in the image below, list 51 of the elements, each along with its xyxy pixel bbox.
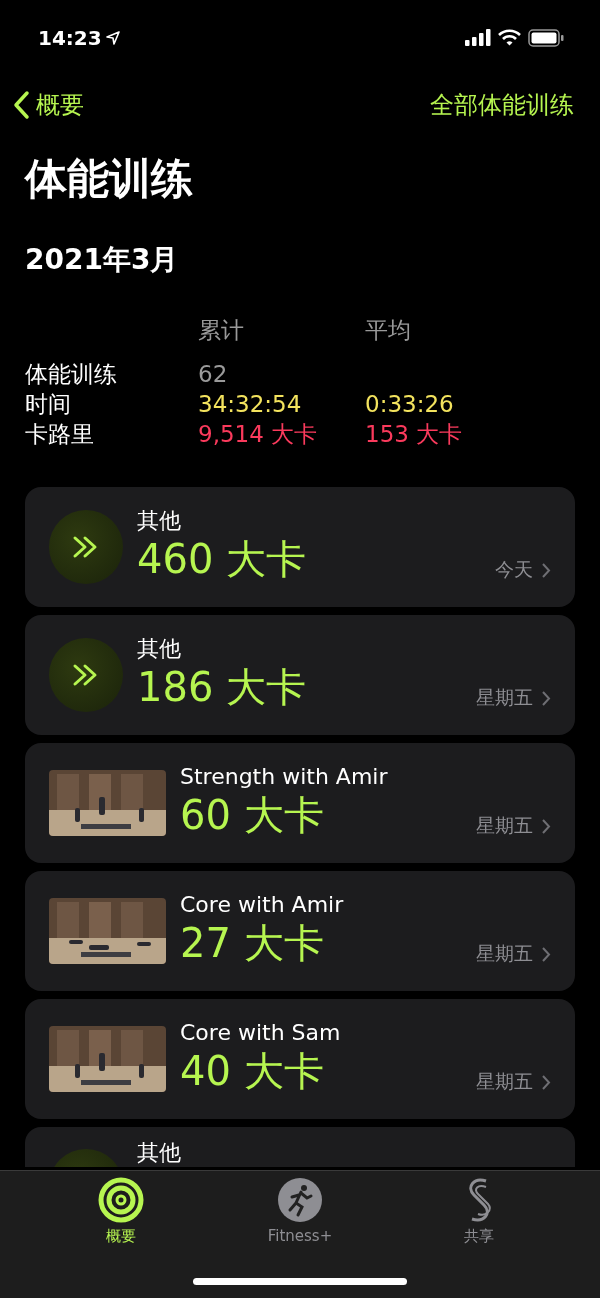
tab[interactable]: 共享 [423, 1171, 534, 1298]
workout-calories: 27 大卡 [180, 919, 325, 967]
chevron-icon [541, 689, 551, 707]
workout-title: 其他 [137, 507, 182, 535]
workout-date[interactable]: 星期五 [476, 685, 551, 711]
workout-calories: 40 大卡 [180, 1047, 325, 1095]
chevron-icon [541, 1073, 551, 1091]
column-heading: 平均 [365, 316, 412, 345]
workout-title: Core with Sam [180, 1019, 341, 1047]
wifi-icon [498, 29, 521, 46]
battery-icon [528, 28, 564, 47]
workout-date[interactable]: 星期五 [476, 941, 551, 967]
stat-value: 153 大卡 [365, 420, 464, 449]
tab[interactable]: 概要 [66, 1171, 177, 1298]
workout-date[interactable]: 星期五 [476, 1069, 551, 1095]
workout-title: Strength with Amir [180, 763, 388, 791]
stat-value: 34:32:54 [198, 390, 303, 419]
page-title: 体能训练 [25, 153, 194, 205]
chevron-icon [541, 561, 551, 579]
status-time: 14:23 [38, 25, 102, 50]
chevron-icon [541, 817, 551, 835]
rings-icon [98, 1177, 145, 1223]
workout-card[interactable]: Strength with Amir 60 大卡 星期五 [25, 743, 575, 863]
stat-value: 0:33:26 [365, 390, 455, 419]
workout-date[interactable]: 星期五 [476, 813, 551, 839]
back-chevron-icon [12, 90, 30, 120]
stat-label: 体能训练 [25, 360, 118, 389]
workout-card[interactable]: 其他 [25, 1127, 575, 1167]
workout-title: 其他 [137, 635, 182, 663]
workout-card[interactable]: Core with Sam 40 大卡 星期五 [25, 999, 575, 1119]
workout-card[interactable]: 其他 460 大卡 今天 [25, 487, 575, 607]
stat-label: 时间 [25, 390, 72, 419]
stat-value: 9,514 大卡 [198, 420, 319, 449]
workout-title: 其他 [137, 1139, 181, 1167]
workout-calories: 460 大卡 [137, 535, 307, 583]
workout-calories: 186 大卡 [137, 663, 307, 711]
workout-date[interactable]: 今天 [495, 557, 551, 583]
all-workouts-link[interactable]: 全部体能训练 [430, 89, 574, 121]
chevron-icon [541, 945, 551, 963]
workout-title: Core with Amir [180, 891, 344, 919]
workout-card[interactable]: 其他 186 大卡 星期五 [25, 615, 575, 735]
workout-calories: 60 大卡 [180, 791, 325, 839]
month-heading: 2021年3月 [25, 242, 180, 278]
stat-label: 卡路里 [25, 420, 95, 449]
location-icon [105, 30, 120, 45]
runner-icon [277, 1177, 323, 1223]
workout-card[interactable]: Core with Amir 27 大卡 星期五 [25, 871, 575, 991]
stat-value: 62 [198, 360, 229, 389]
column-heading: 累计 [198, 316, 245, 345]
back-button[interactable]: 概要 [12, 89, 84, 121]
signal-icon [465, 29, 491, 46]
